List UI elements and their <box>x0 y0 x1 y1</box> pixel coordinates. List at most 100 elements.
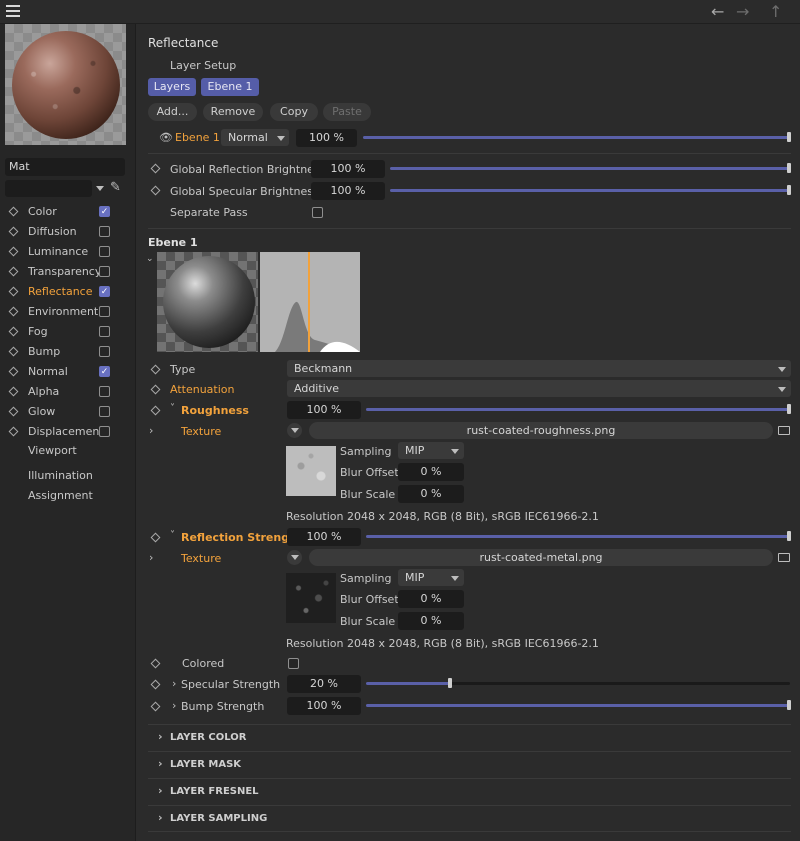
section-layer-sampling[interactable]: › LAYER SAMPLING <box>148 805 791 831</box>
keyframe-diamond-icon[interactable] <box>8 226 19 237</box>
sidebar-item-viewport[interactable]: Viewport <box>28 444 77 457</box>
chevron-right-icon[interactable]: › <box>149 424 153 437</box>
chevron-right-icon[interactable]: › <box>172 677 176 690</box>
sidebar-item-color[interactable]: Color ✓ <box>8 204 128 224</box>
slider-knob[interactable] <box>787 132 791 142</box>
material-name-field[interactable]: Mat <box>5 158 125 176</box>
layer-opacity-slider[interactable] <box>363 136 790 139</box>
slider-knob[interactable] <box>787 185 791 195</box>
keyframe-diamond-icon[interactable] <box>8 426 19 437</box>
channel-checkbox[interactable] <box>99 226 110 237</box>
chevron-right-icon[interactable]: › <box>149 551 153 564</box>
slider-knob[interactable] <box>787 700 791 710</box>
channel-checkbox[interactable]: ✓ <box>99 366 110 377</box>
specular-strength-input[interactable]: 20 % <box>287 675 361 693</box>
attenuation-dropdown[interactable]: Additive <box>287 380 791 397</box>
reflection-blur-scale-input[interactable]: 0 % <box>398 612 464 630</box>
sidebar-item-normal[interactable]: Normal ✓ <box>8 364 128 384</box>
keyframe-diamond-icon[interactable] <box>8 326 19 337</box>
global-specular-input[interactable]: 100 % <box>311 182 385 200</box>
sidebar-item-diffusion[interactable]: Diffusion <box>8 224 128 244</box>
texture-menu-button[interactable] <box>287 550 302 565</box>
chevron-right-icon[interactable]: › <box>172 699 176 712</box>
arrow-up-icon[interactable]: ↑ <box>769 2 782 21</box>
reflection-blur-offset-input[interactable]: 0 % <box>398 590 464 608</box>
sidebar-item-luminance[interactable]: Luminance <box>8 244 128 264</box>
keyframe-diamond-icon[interactable] <box>8 306 19 317</box>
channel-checkbox[interactable] <box>99 346 110 357</box>
roughness-blur-scale-input[interactable]: 0 % <box>398 485 464 503</box>
folder-icon[interactable] <box>778 426 790 435</box>
paste-layer-button[interactable]: Paste <box>323 103 371 121</box>
sidebar-item-transparency[interactable]: Transparency <box>8 264 128 284</box>
bump-strength-slider[interactable] <box>366 704 790 707</box>
material-dropdown[interactable] <box>5 180 92 197</box>
copy-layer-button[interactable]: Copy <box>270 103 318 121</box>
channel-checkbox[interactable] <box>99 386 110 397</box>
global-reflection-slider[interactable] <box>390 167 790 170</box>
channel-checkbox[interactable] <box>99 266 110 277</box>
sidebar-item-reflectance[interactable]: Reflectance ✓ <box>8 284 128 304</box>
roughness-input[interactable]: 100 % <box>287 401 361 419</box>
slider-knob[interactable] <box>787 404 791 414</box>
channel-checkbox[interactable] <box>99 246 110 257</box>
eyedropper-icon[interactable]: ✎ <box>110 181 124 195</box>
keyframe-diamond-icon[interactable] <box>8 246 19 257</box>
reflection-texture-path[interactable]: rust-coated-metal.png <box>309 549 773 566</box>
chevron-down-icon[interactable] <box>96 186 104 191</box>
channel-checkbox[interactable] <box>99 406 110 417</box>
channel-checkbox[interactable] <box>99 426 110 437</box>
layer-name[interactable]: Ebene 1 <box>175 131 220 144</box>
global-reflection-input[interactable]: 100 % <box>311 160 385 178</box>
folder-icon[interactable] <box>778 553 790 562</box>
chevron-down-icon[interactable]: ˅ <box>170 403 175 414</box>
arrow-right-icon[interactable]: → <box>736 2 749 21</box>
bump-strength-input[interactable]: 100 % <box>287 697 361 715</box>
sidebar-item-illumination[interactable]: Illumination <box>28 469 93 482</box>
section-layer-fresnel[interactable]: › LAYER FRESNEL <box>148 778 791 804</box>
keyframe-diamond-icon[interactable] <box>8 346 19 357</box>
chevron-down-icon[interactable]: ˅ <box>170 530 175 541</box>
keyframe-diamond-icon[interactable] <box>8 286 19 297</box>
sidebar-item-environment[interactable]: Environment <box>8 304 128 324</box>
sidebar-item-bump[interactable]: Bump <box>8 344 128 364</box>
section-layer-mask[interactable]: › LAYER MASK <box>148 751 791 777</box>
global-specular-slider[interactable] <box>390 189 790 192</box>
keyframe-diamond-icon[interactable] <box>8 386 19 397</box>
keyframe-diamond-icon[interactable] <box>8 366 19 377</box>
roughness-texture-path[interactable]: rust-coated-roughness.png <box>309 422 773 439</box>
channel-checkbox[interactable] <box>99 326 110 337</box>
sidebar-item-fog[interactable]: Fog <box>8 324 128 344</box>
section-layer-color[interactable]: › LAYER COLOR <box>148 724 791 750</box>
slider-knob[interactable] <box>787 531 791 541</box>
arrow-left-icon[interactable]: ← <box>711 2 724 21</box>
remove-layer-button[interactable]: Remove <box>203 103 263 121</box>
chevron-down-icon[interactable]: ⌄ <box>146 254 154 264</box>
sidebar-item-assignment[interactable]: Assignment <box>28 489 93 502</box>
keyframe-diamond-icon[interactable] <box>8 406 19 417</box>
separate-pass-checkbox[interactable] <box>312 207 323 218</box>
colored-checkbox[interactable] <box>288 658 299 669</box>
hamburger-icon[interactable] <box>6 5 20 17</box>
sidebar-item-displacement[interactable]: Displacement <box>8 424 128 444</box>
channel-checkbox[interactable]: ✓ <box>99 206 110 217</box>
specular-strength-slider[interactable] <box>366 682 790 685</box>
reflection-strength-slider[interactable] <box>366 535 790 538</box>
tab-layers[interactable]: Layers <box>148 78 196 96</box>
material-preview[interactable] <box>5 24 126 145</box>
keyframe-diamond-icon[interactable] <box>8 206 19 217</box>
slider-knob[interactable] <box>787 163 791 173</box>
roughness-slider[interactable] <box>366 408 790 411</box>
keyframe-diamond-icon[interactable] <box>8 266 19 277</box>
layer-opacity-input[interactable]: 100 % <box>296 129 357 147</box>
eye-icon[interactable]: 👁 <box>159 131 173 144</box>
sidebar-item-alpha[interactable]: Alpha <box>8 384 128 404</box>
type-dropdown[interactable]: Beckmann <box>287 360 791 377</box>
texture-menu-button[interactable] <box>287 423 302 438</box>
roughness-blur-offset-input[interactable]: 0 % <box>398 463 464 481</box>
reflection-strength-input[interactable]: 100 % <box>287 528 361 546</box>
tab-ebene-1[interactable]: Ebene 1 <box>201 78 259 96</box>
slider-knob[interactable] <box>448 678 452 688</box>
add-layer-button[interactable]: Add... <box>148 103 197 121</box>
channel-checkbox[interactable]: ✓ <box>99 286 110 297</box>
